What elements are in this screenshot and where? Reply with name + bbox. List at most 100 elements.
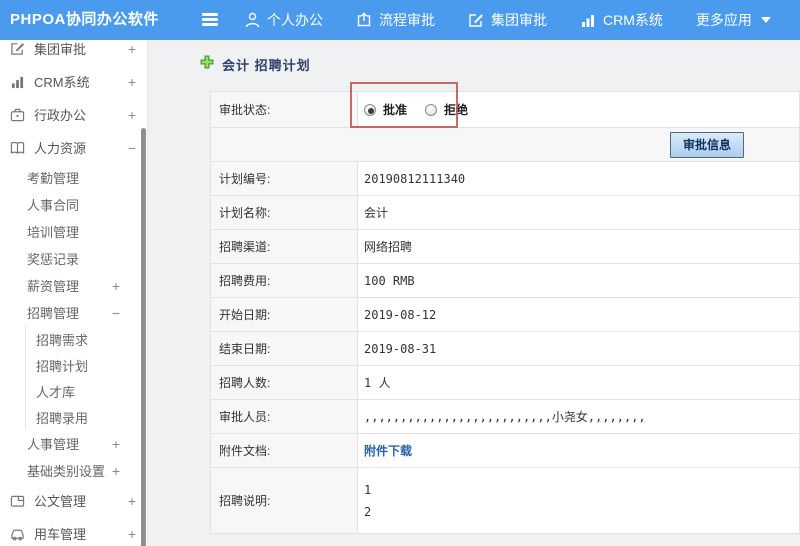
sidebar-item-label: 招聘需求 [36,332,89,348]
radio-approve-label[interactable]: 批准 [383,101,407,118]
field-value: 2019-08-31 [357,331,800,366]
collapse-icon[interactable]: − [125,140,139,156]
radio-approve[interactable] [364,103,376,116]
bar-chart-icon [580,13,596,28]
description-line: 1 [364,482,372,497]
nav-item-group-approval[interactable]: 集团审批 [468,10,547,30]
bar-chart-icon [9,75,26,89]
field-label: 计划编号: [210,161,358,196]
sidebar-item-attendance-management[interactable]: 考勤管理 [0,164,147,191]
hamburger-menu-icon[interactable] [202,13,218,27]
sidebar-item-label: 考勤管理 [27,171,80,186]
sidebar-item-label: 人力资源 [34,141,87,156]
field-value: ,,,,,,,,,,,,,,,,,,,,,,,,,,小尧女,,,,,,,, [357,399,800,434]
expand-icon[interactable]: + [109,463,123,479]
document-icon [9,494,26,508]
sidebar-item-basic-category-settings[interactable]: 基础类别设置 + [0,457,147,484]
sidebar: 集团审批 + CRM系统 + 行政办公 + 人力资源 − 考勤管理 人事合同 培… [0,40,148,546]
sidebar-item-label: 人事管理 [27,437,80,452]
field-label: 招聘人数: [210,365,358,400]
field-label: 开始日期: [210,297,358,332]
sidebar-item-label: 用车管理 [34,527,87,542]
caret-down-icon [760,17,771,23]
book-icon [9,141,26,155]
field-value: 20190812111340 [357,161,800,196]
add-icon [200,55,214,74]
recruitment-plan-form: 审批状态: 批准 拒绝 审批信息 计划编号: 20190812111340 计划… [210,91,800,534]
nav-item-crm-system[interactable]: CRM系统 [580,10,663,30]
expand-icon[interactable]: + [125,41,139,57]
attachment-download-link[interactable]: 附件下载 [364,444,412,458]
approval-info-button[interactable]: 审批信息 [669,131,744,158]
sidebar-item-label: 基础类别设置 [27,464,106,479]
field-label: 附件文档: [210,433,358,468]
sidebar-item-label: 人才库 [36,384,76,400]
collapse-icon[interactable]: − [109,305,123,321]
sidebar-item-admin-office[interactable]: 行政办公 + [0,98,147,131]
sidebar-item-vehicle-management[interactable]: 用车管理 + [0,517,147,546]
row-recruitment-cost: 招聘费用: 100 RMB [210,263,800,298]
page-title-bar: 会计 招聘计划 [148,40,800,74]
sidebar-item-label: 招聘计划 [36,358,89,374]
car-icon [9,527,26,541]
field-label: 计划名称: [210,195,358,230]
sidebar-item-recruitment-plan[interactable]: 招聘计划 [36,352,147,378]
field-label: 招聘渠道: [210,229,358,264]
sidebar-scrollbar[interactable] [141,128,146,546]
sidebar-item-group-approval[interactable]: 集团审批 + [0,40,147,65]
nav-label: CRM系统 [603,12,663,28]
sidebar-item-document-management[interactable]: 公文管理 + [0,484,147,517]
sidebar-item-salary-management[interactable]: 薪资管理 + [0,272,147,299]
nav-item-more-apps[interactable]: 更多应用 [696,10,771,30]
expand-icon[interactable]: + [109,278,123,294]
expand-icon[interactable]: + [125,493,139,509]
row-start-date: 开始日期: 2019-08-12 [210,297,800,332]
field-label: 招聘费用: [210,263,358,298]
sidebar-item-human-resources[interactable]: 人力资源 − [0,131,147,164]
sidebar-item-recruitment-management[interactable]: 招聘管理 − [0,299,147,326]
row-recruitment-channel: 招聘渠道: 网络招聘 [210,229,800,264]
sidebar-item-recruitment-hiring[interactable]: 招聘录用 [36,404,147,430]
sidebar-item-talent-pool[interactable]: 人才库 [36,378,147,404]
sidebar-item-label: 集团审批 [34,42,87,57]
row-approval-status: 审批状态: 批准 拒绝 [210,91,800,128]
field-value: 1 人 [357,365,800,400]
sidebar-item-training-management[interactable]: 培训管理 [0,218,147,245]
expand-icon[interactable]: + [125,74,139,90]
field-label: 招聘说明: [210,467,358,534]
nav-label: 流程审批 [379,12,435,28]
expand-icon[interactable]: + [109,436,123,452]
field-value: 2019-08-12 [357,297,800,332]
nav-item-flow-approval[interactable]: 流程审批 [356,10,435,30]
field-value: 100 RMB [357,263,800,298]
radio-reject[interactable] [425,103,438,116]
row-recruitment-description: 招聘说明: 1 2 [210,467,800,534]
sidebar-item-label: 培训管理 [27,225,80,240]
sidebar-item-label: 奖惩记录 [27,252,80,267]
nav-item-personal-office[interactable]: 个人办公 [245,10,323,30]
edit-square-icon [468,12,484,28]
sidebar-item-personnel-contract[interactable]: 人事合同 [0,191,147,218]
flow-approval-icon [356,12,372,28]
row-approve-button: 审批信息 [210,127,800,162]
sidebar-item-personnel-management[interactable]: 人事管理 + [0,430,147,457]
sidebar-item-label: 行政办公 [34,108,87,123]
sidebar-item-label: 人事合同 [27,198,80,213]
row-end-date: 结束日期: 2019-08-31 [210,331,800,366]
edit-square-icon [9,41,26,56]
main-content: 会计 招聘计划 审批状态: 批准 拒绝 审批信息 计划编号: 201908121… [148,40,800,546]
sidebar-item-recruitment-demand[interactable]: 招聘需求 [36,326,147,352]
person-icon [245,12,260,28]
app-header: PHPOA协同办公软件 个人办公 流程审批 集团审批 CRM系统 更多应用 [0,0,800,40]
briefcase-icon [9,108,26,122]
nav-label: 更多应用 [695,12,752,28]
expand-icon[interactable]: + [125,526,139,542]
sidebar-item-reward-punishment-records[interactable]: 奖惩记录 [0,245,147,272]
sidebar-item-crm-system[interactable]: CRM系统 + [0,65,147,98]
nav-label: 个人办公 [267,12,323,28]
row-attachment: 附件文档: 附件下载 [210,433,800,468]
radio-reject-label[interactable]: 拒绝 [444,101,468,118]
row-plan-name: 计划名称: 会计 [210,195,800,230]
expand-icon[interactable]: + [125,107,139,123]
sidebar-item-label: 公文管理 [34,494,87,509]
